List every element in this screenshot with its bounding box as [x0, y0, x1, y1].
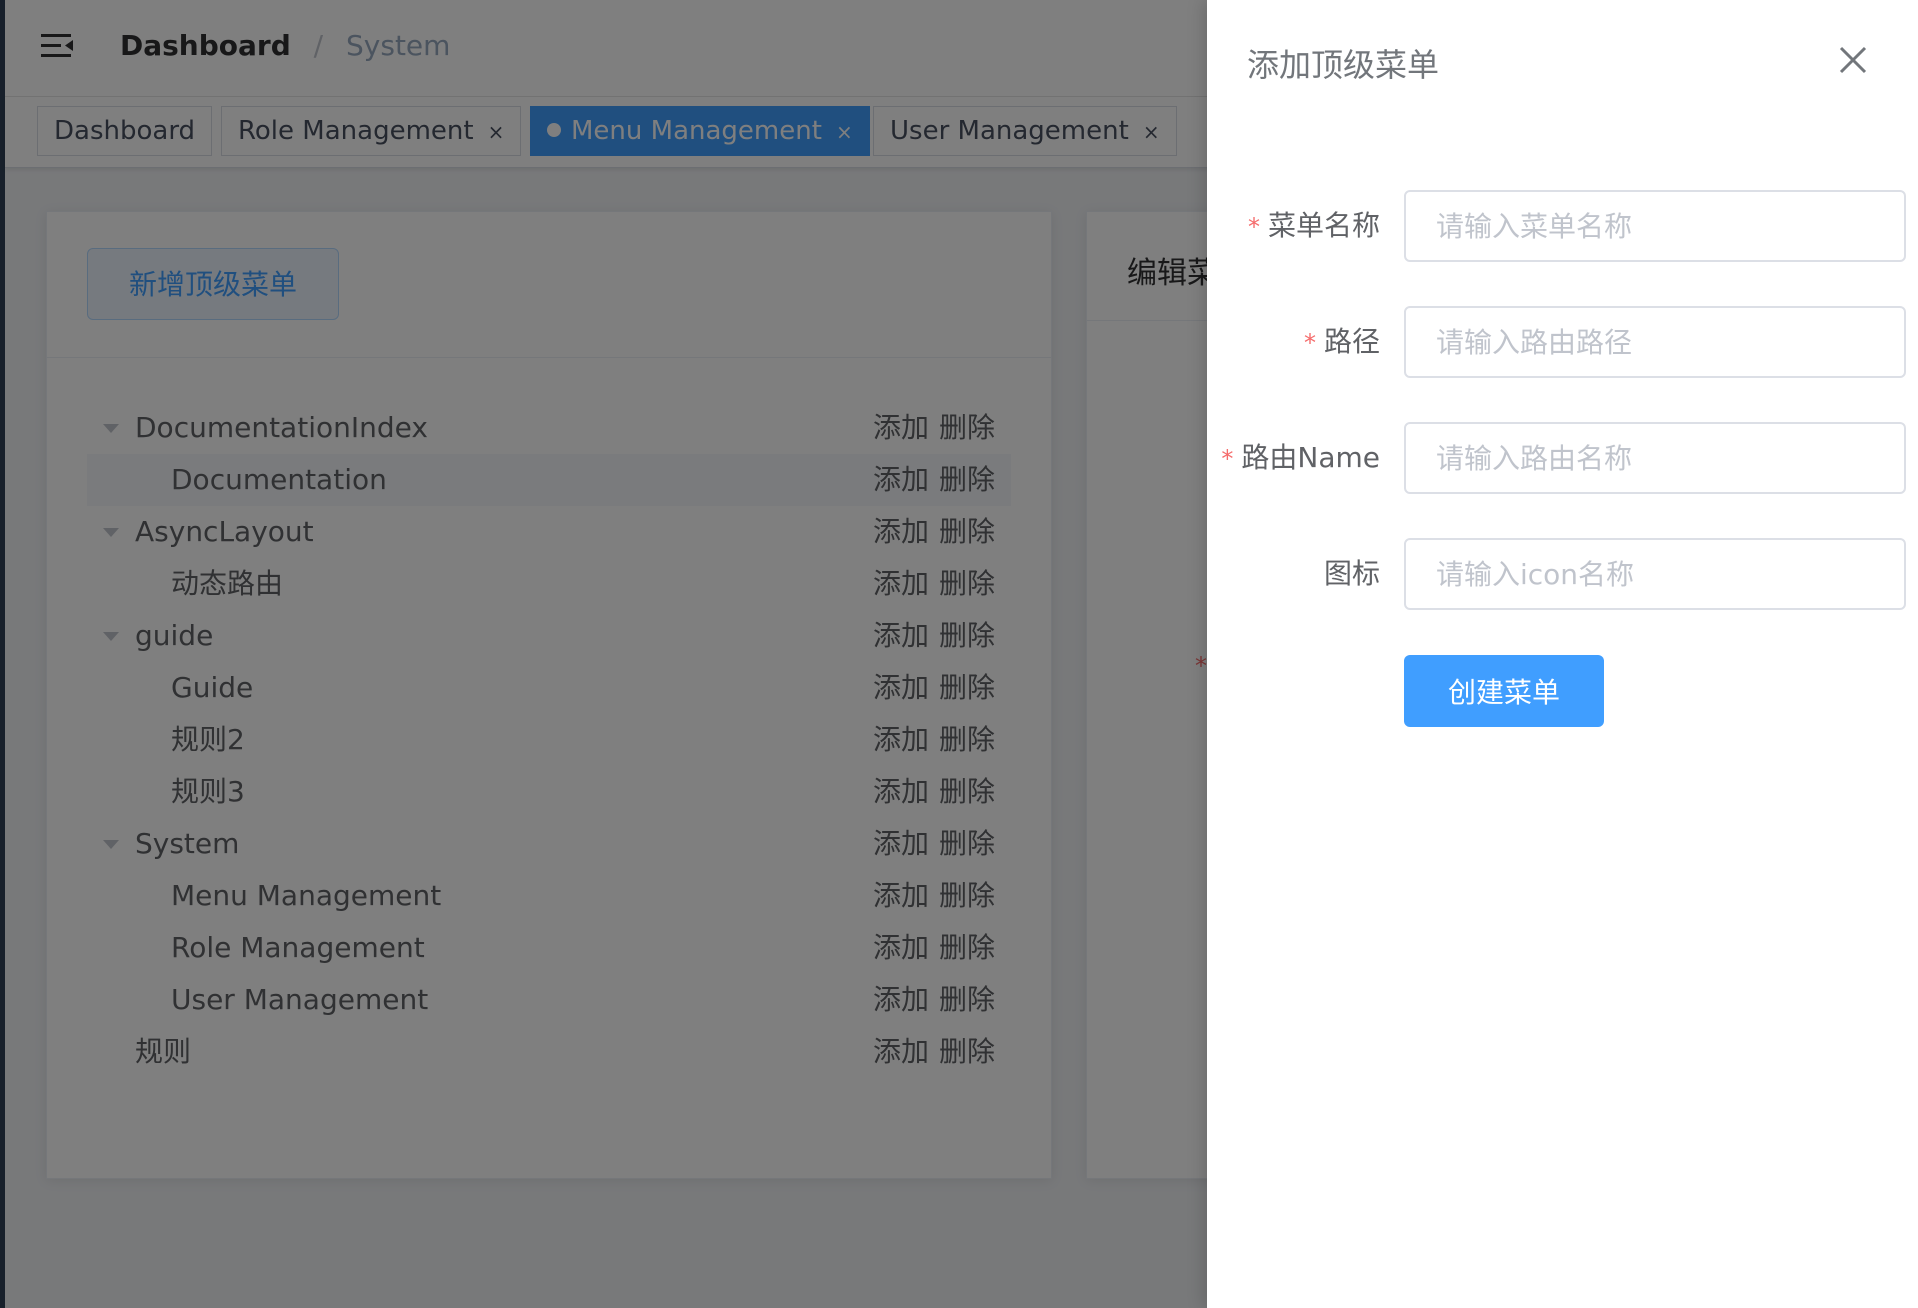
- icon-label: 图标: [1324, 538, 1380, 610]
- icon-input[interactable]: [1404, 538, 1906, 610]
- close-icon[interactable]: [1837, 44, 1869, 76]
- path-label-text: 路径: [1323, 325, 1380, 358]
- menu-name-label-text: 菜单名称: [1267, 209, 1380, 242]
- form-item-path: * 路径: [1207, 306, 1918, 378]
- menu-name-label: * 菜单名称: [1248, 190, 1380, 262]
- required-mark: *: [1221, 445, 1234, 473]
- path-input[interactable]: [1404, 306, 1906, 378]
- create-menu-button[interactable]: 创建菜单: [1404, 655, 1604, 727]
- menu-name-input[interactable]: [1404, 190, 1906, 262]
- route-name-input[interactable]: [1404, 422, 1906, 494]
- icon-label-text: 图标: [1323, 557, 1380, 590]
- form-item-route-name: * 路由Name: [1207, 422, 1918, 494]
- required-mark: *: [1303, 329, 1316, 357]
- drawer-title: 添加顶级菜单: [1247, 46, 1440, 84]
- required-mark: *: [1247, 213, 1260, 241]
- route-name-label: * 路由Name: [1221, 422, 1380, 494]
- path-label: * 路径: [1304, 306, 1380, 378]
- form-item-icon: 图标: [1207, 538, 1918, 610]
- form-item-menu-name: * 菜单名称: [1207, 190, 1918, 262]
- add-top-menu-drawer: 添加顶级菜单 *菜单名称 *路径 *路由Name 图标 创建菜单: [1207, 0, 1918, 1308]
- route-name-label-text: 路由Name: [1241, 441, 1380, 474]
